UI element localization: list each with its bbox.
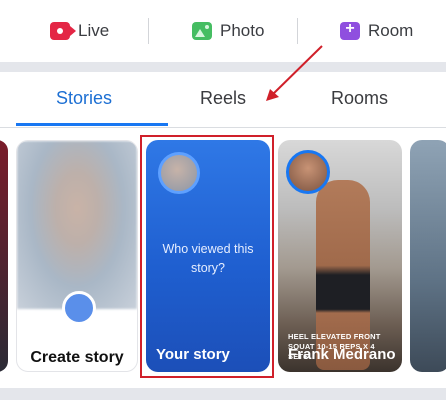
- friend-avatar: [286, 150, 330, 194]
- feed-separator: [0, 388, 446, 400]
- tab-reels[interactable]: Reels: [200, 88, 246, 109]
- create-story-label: Create story: [30, 349, 124, 366]
- action-divider: [148, 18, 149, 44]
- photo-button[interactable]: Photo: [192, 18, 264, 44]
- profile-photo-preview: [17, 141, 137, 309]
- live-video-icon: [50, 22, 76, 40]
- active-tab-indicator: [16, 123, 168, 126]
- friend-name-label: Frank Medrano: [288, 346, 396, 363]
- story-card-partial[interactable]: [410, 140, 446, 372]
- add-story-icon: [62, 291, 96, 325]
- tab-rooms[interactable]: Rooms: [331, 88, 388, 109]
- tab-stories[interactable]: Stories: [56, 88, 112, 109]
- stories-tabs: Stories Reels Rooms: [0, 72, 446, 128]
- composer-actions-bar: Live Photo Room: [0, 0, 446, 62]
- create-story-card[interactable]: Create story: [16, 140, 138, 372]
- photo-label: Photo: [220, 21, 265, 40]
- room-icon: [340, 20, 360, 40]
- live-label: Live: [78, 21, 110, 40]
- room-button[interactable]: Room: [340, 18, 413, 44]
- room-label: Room: [368, 21, 414, 40]
- action-divider: [297, 18, 298, 44]
- friend-story-card[interactable]: HEEL ELEVATED FRONT SQUAT 10-15 REPS X 4…: [278, 140, 402, 372]
- live-button[interactable]: Live: [50, 18, 109, 44]
- story-card-partial[interactable]: [0, 140, 8, 372]
- annotation-highlight-box: [140, 135, 274, 378]
- photo-icon: [192, 22, 212, 40]
